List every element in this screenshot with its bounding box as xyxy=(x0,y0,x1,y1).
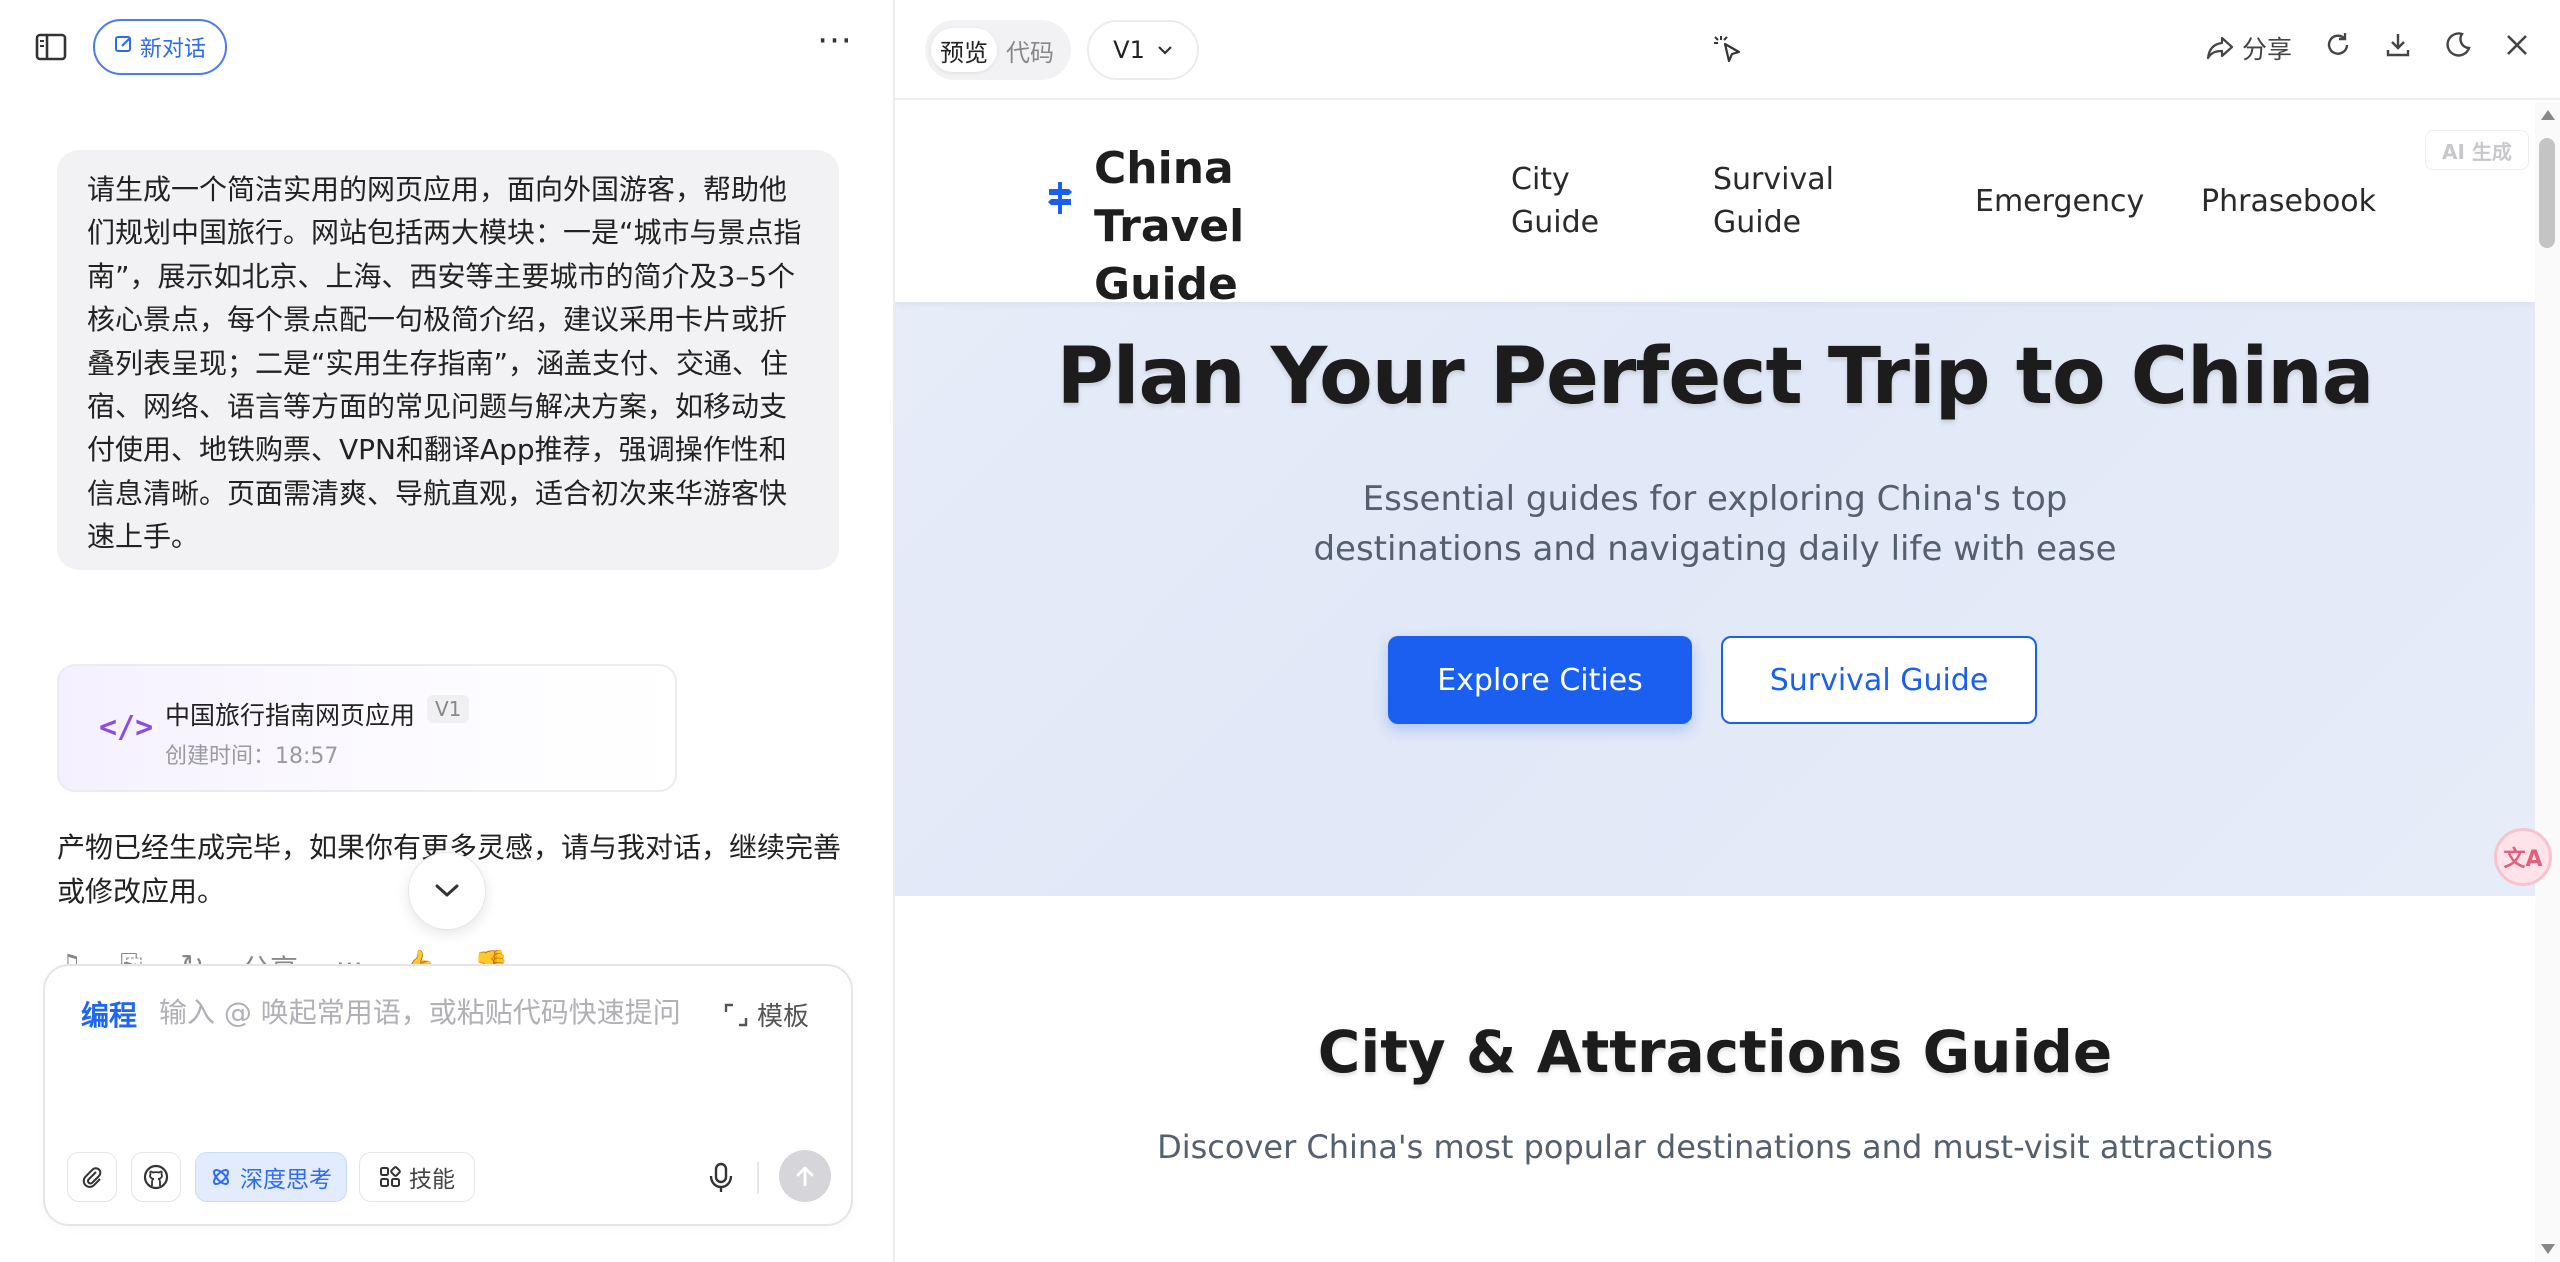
download-icon[interactable] xyxy=(2384,31,2412,65)
scroll-thumb[interactable] xyxy=(2539,138,2555,248)
app-preview: China Travel Guide City Guide Survival G… xyxy=(895,102,2535,1262)
preview-scrollbar[interactable] xyxy=(2535,102,2560,1262)
code-icon: </> xyxy=(99,710,154,745)
arrow-up-icon xyxy=(796,1166,814,1187)
toolbar-actions: 分享 xyxy=(2206,30,2530,66)
atom-icon xyxy=(213,1169,229,1185)
preview-pane: 预览 代码 V1 分享 China Travel Guide City Guid… xyxy=(895,0,2560,1262)
tab-code[interactable]: 代码 xyxy=(997,28,1063,72)
artifact-version-badge: V1 xyxy=(427,695,470,723)
deep-think-label: 深度思考 xyxy=(240,1167,332,1193)
section-title: City & Attractions Guide xyxy=(1317,1018,2113,1086)
translate-icon[interactable]: 文A xyxy=(2494,828,2552,886)
grid-icon xyxy=(380,1166,401,1187)
section-subtitle: Discover China's most popular destinatio… xyxy=(1157,1128,2273,1166)
user-message: 请生成一个简洁实用的网页应用，面向外国游客，帮助他们规划中国旅行。网站包括两大模… xyxy=(57,150,839,570)
survival-guide-button[interactable]: Survival Guide xyxy=(1721,636,2037,724)
scroll-down-arrow-icon[interactable] xyxy=(2541,1244,2555,1254)
scroll-to-bottom-button[interactable] xyxy=(408,852,486,930)
ai-generated-badge: AI 生成 xyxy=(2425,130,2529,170)
share-icon xyxy=(2206,36,2234,60)
scroll-up-arrow-icon[interactable] xyxy=(2541,110,2555,120)
message-input[interactable] xyxy=(159,992,749,1032)
artifact-title: 中国旅行指南网页应用 xyxy=(165,701,416,730)
template-button[interactable]: 模板 xyxy=(723,996,809,1033)
new-chat-button[interactable]: 新对话 xyxy=(93,19,227,75)
dark-mode-icon[interactable] xyxy=(2444,31,2472,65)
attach-button[interactable] xyxy=(67,1152,117,1202)
explore-cities-button[interactable]: Explore Cities xyxy=(1388,636,1692,724)
github-icon xyxy=(143,1164,169,1190)
tab-preview[interactable]: 预览 xyxy=(931,28,997,72)
close-icon[interactable] xyxy=(2504,32,2530,64)
nav-link-phrasebook[interactable]: Phrasebook xyxy=(2201,180,2376,223)
more-options-button[interactable]: ··· xyxy=(812,24,858,66)
send-button[interactable] xyxy=(779,1150,831,1202)
edit-icon xyxy=(114,34,134,60)
site-logo-text[interactable]: China Travel Guide xyxy=(1094,140,1394,314)
hero-section: Plan Your Perfect Trip to China Essentia… xyxy=(895,302,2535,896)
hero-title: Plan Your Perfect Trip to China xyxy=(1056,332,2375,422)
share-button[interactable]: 分享 xyxy=(2206,30,2292,66)
microphone-button[interactable] xyxy=(699,1156,743,1200)
chevron-down-icon xyxy=(435,884,459,897)
paperclip-icon xyxy=(82,1167,102,1188)
site-navbar: China Travel Guide City Guide Survival G… xyxy=(895,102,2535,310)
hero-subtitle: Essential guides for exploring China's t… xyxy=(1313,479,2117,569)
version-value: V1 xyxy=(1113,36,1145,64)
nav-link-survival-guide[interactable]: Survival Guide xyxy=(1713,158,1873,244)
share-label: 分享 xyxy=(2241,35,2292,64)
nav-link-emergency[interactable]: Emergency xyxy=(1975,180,2144,223)
message-composer: 编程 模板 深度思考 技能 xyxy=(43,964,853,1226)
chat-header: 新对话 ··· xyxy=(0,0,893,92)
artifact-card[interactable]: </> 中国旅行指南网页应用 V1 创建时间：18:57 xyxy=(57,664,677,792)
skills-label: 技能 xyxy=(409,1167,455,1193)
github-button[interactable] xyxy=(131,1152,181,1202)
nav-link-city-guide[interactable]: City Guide xyxy=(1511,158,1621,244)
template-label: 模板 xyxy=(757,1002,810,1032)
skills-button[interactable]: 技能 xyxy=(359,1152,475,1202)
view-toggle: 预览 代码 xyxy=(925,20,1071,80)
signpost-icon xyxy=(1047,180,1073,216)
toolbar-divider xyxy=(757,1162,759,1194)
sidebar-toggle-icon[interactable] xyxy=(34,30,68,64)
expand-icon xyxy=(724,1003,748,1026)
microphone-icon xyxy=(709,1162,733,1192)
chevron-down-icon xyxy=(1158,46,1172,55)
new-chat-label: 新对话 xyxy=(139,37,206,62)
mode-tag[interactable]: 编程 xyxy=(81,994,137,1034)
preview-toolbar: 预览 代码 V1 分享 xyxy=(895,0,2560,100)
version-select[interactable]: V1 xyxy=(1087,20,1199,80)
chat-pane: 新对话 ··· 请生成一个简洁实用的网页应用，面向外国游客，帮助他们规划中国旅行… xyxy=(0,0,893,1262)
element-select-icon[interactable] xyxy=(1711,32,1747,68)
deep-think-toggle[interactable]: 深度思考 xyxy=(195,1152,347,1202)
artifact-created-time: 创建时间：18:57 xyxy=(165,744,339,769)
refresh-icon[interactable] xyxy=(2324,31,2352,65)
